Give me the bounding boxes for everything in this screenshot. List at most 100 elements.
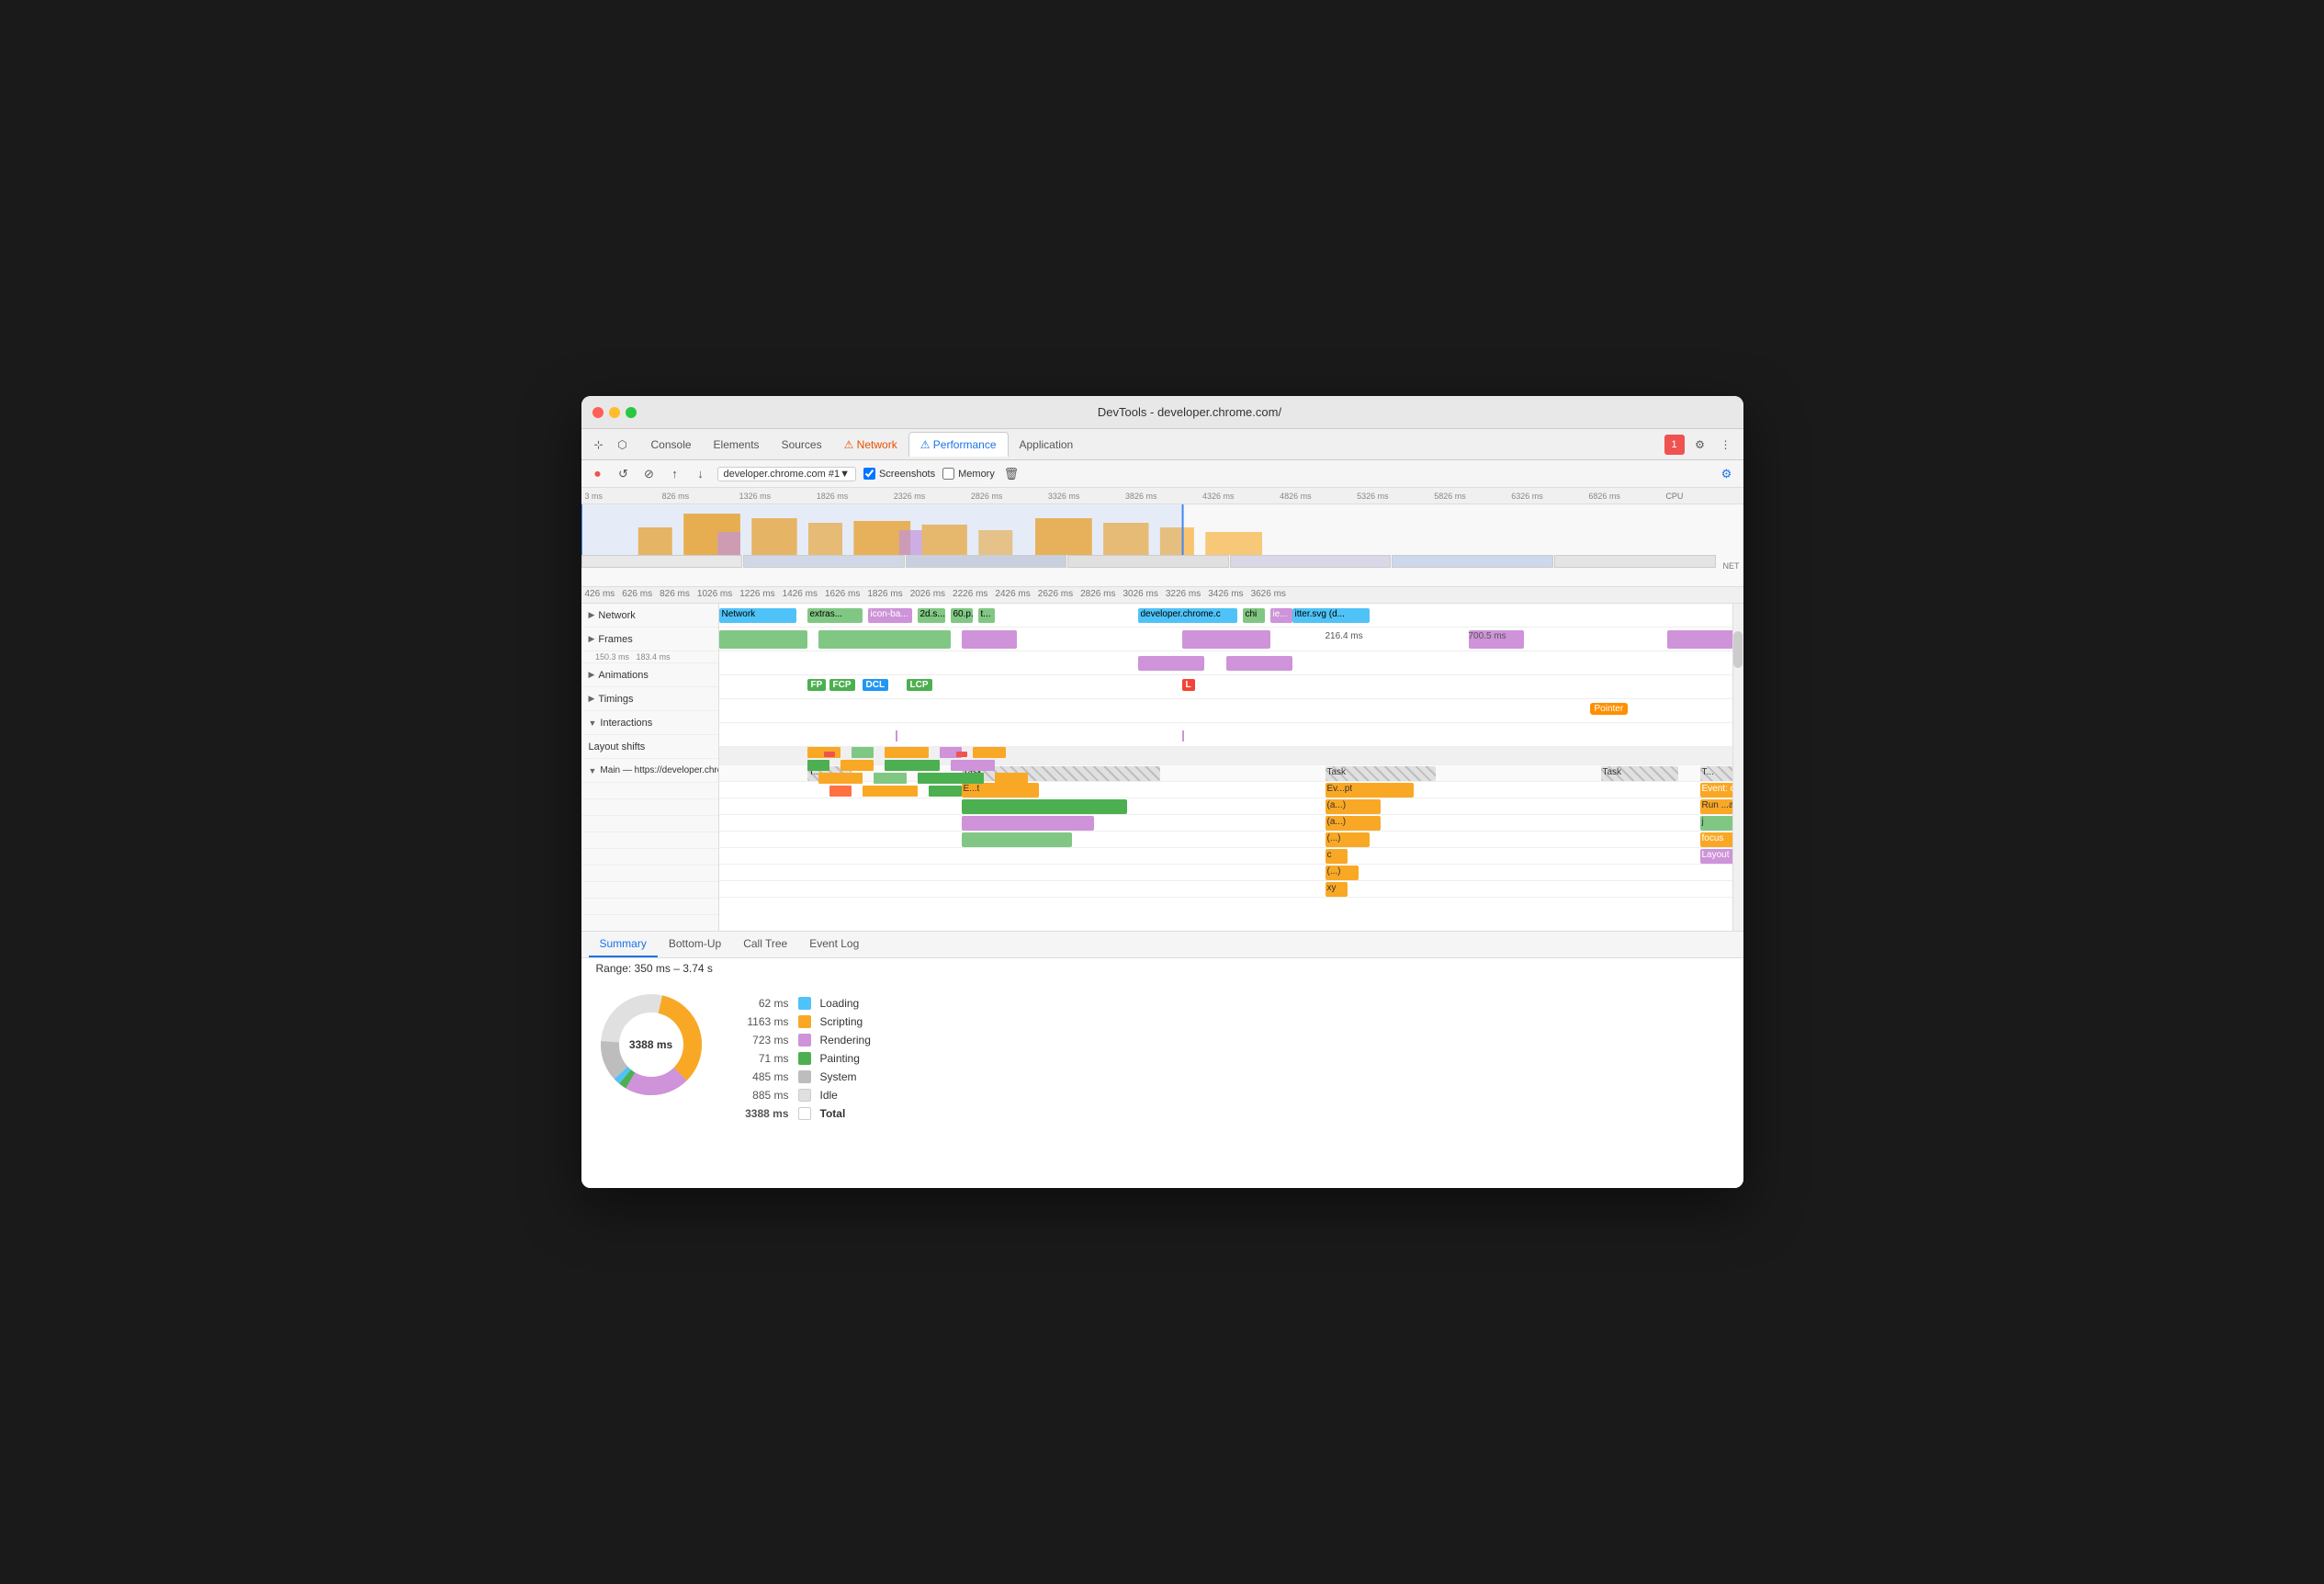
track-label-main[interactable]: ▼ Main — https://developer.chrome.com/ <box>581 759 718 783</box>
memory-toggle[interactable]: Memory <box>942 468 995 480</box>
net-bar-60p[interactable]: 60.p... <box>951 608 973 623</box>
flame-bar-focus[interactable]: focus <box>1700 832 1732 847</box>
record-button[interactable]: ⏺ <box>589 465 607 483</box>
net-bar-ie[interactable]: ie... <box>1270 608 1292 623</box>
flame-bar-layout[interactable]: Layout <box>1700 849 1732 864</box>
device-icon[interactable]: ⬡ <box>613 435 633 455</box>
net-bar-extras[interactable]: extras... <box>807 608 863 623</box>
overview-minimap[interactable]: NET <box>581 504 1743 587</box>
track-label-layout-shifts[interactable]: Layout shifts <box>581 735 718 759</box>
tab-bottom-up[interactable]: Bottom-Up <box>658 932 732 957</box>
task-bar-3[interactable]: Task <box>1601 766 1678 781</box>
animations-track-row <box>719 651 1732 675</box>
tab-performance[interactable]: ⚠ Performance <box>908 432 1009 457</box>
flame-bar-j[interactable]: j <box>1700 816 1732 831</box>
flame-bar-c[interactable]: c <box>1326 849 1348 864</box>
download-button[interactable]: ↓ <box>692 465 710 483</box>
more-icon[interactable]: ⋮ <box>1716 435 1736 455</box>
settings-icon[interactable]: ⚙ <box>1690 435 1710 455</box>
frame-bar-3[interactable] <box>1182 630 1270 649</box>
net-bar-devchrome[interactable]: developer.chrome.c <box>1138 608 1237 623</box>
flame-bar-ellipsis[interactable]: (...) <box>1326 832 1370 847</box>
tab-network[interactable]: ⚠ Network <box>833 433 908 457</box>
anim-bar-2[interactable] <box>1226 656 1292 671</box>
tab-elements[interactable]: Elements <box>703 433 771 457</box>
cpu-chart <box>581 504 1716 555</box>
frame-bar-2[interactable] <box>962 630 1017 649</box>
flame-label-2 <box>581 799 718 816</box>
screenshots-toggle[interactable]: Screenshots <box>863 468 935 480</box>
flame-bar-a2[interactable]: (a...) <box>1326 816 1381 831</box>
stat-idle-value: 885 ms <box>734 1089 789 1102</box>
tick-5: 1426 ms <box>779 587 821 603</box>
overview-time-ruler: 3 ms 826 ms 1326 ms 1826 ms 2326 ms 2826… <box>581 488 1743 504</box>
tab-event-log[interactable]: Event Log <box>798 932 870 957</box>
task-bar-1[interactable]: Task <box>962 766 1160 781</box>
tab-call-tree[interactable]: Call Tree <box>732 932 798 957</box>
settings-gear-icon[interactable]: ⚙ <box>1718 465 1736 483</box>
frame-bar-0[interactable] <box>719 630 807 649</box>
close-button[interactable] <box>592 407 604 418</box>
flame-bar-ellipsis2[interactable]: (...) <box>1326 866 1359 880</box>
flame-bar-purple-1[interactable] <box>962 816 1094 831</box>
flame-row-3: (a...) Run ...asks <box>719 798 1732 815</box>
frame-bar-1[interactable] <box>818 630 951 649</box>
net-bar-network[interactable]: Network <box>719 608 796 623</box>
net-bar-chi[interactable]: chi <box>1243 608 1265 623</box>
anim-bar-1[interactable] <box>1138 656 1204 671</box>
vertical-scrollbar[interactable] <box>1732 604 1743 931</box>
donut-total-ms: 3388 ms <box>629 1038 672 1051</box>
flame-bar-xy[interactable]: xy <box>1326 882 1348 897</box>
l-marker: L <box>1182 679 1195 691</box>
clear-button[interactable]: ⊘ <box>640 465 659 483</box>
track-labels: ▶ Network ▶ Frames 150.3 ms 183.4 ms ▶ <box>581 604 719 931</box>
track-content-area[interactable]: Network extras... icon-ba... 2d.s... 60.… <box>719 604 1732 931</box>
maximize-button[interactable] <box>626 407 637 418</box>
stat-system: 485 ms System <box>734 1070 871 1083</box>
net-bar-2ds[interactable]: 2d.s... <box>918 608 945 623</box>
flame-bar-et[interactable]: E...t <box>962 783 1039 798</box>
net-bar-t[interactable]: t... <box>978 608 995 623</box>
memory-checkbox[interactable] <box>942 468 954 480</box>
flame-bar-runasks[interactable]: Run ...asks <box>1700 799 1732 814</box>
screenshots-checkbox[interactable] <box>863 468 875 480</box>
task-bar-2[interactable]: Task <box>1326 766 1436 781</box>
layout-shift-2 <box>1182 730 1184 741</box>
ot-tick-11: 5826 ms <box>1430 492 1507 501</box>
tick-9: 2226 ms <box>949 587 991 603</box>
flame-label-4 <box>581 832 718 849</box>
net-bar-itter[interactable]: itter.svg (d... <box>1292 608 1370 623</box>
track-label-timings[interactable]: ▶ Timings <box>581 687 718 711</box>
notifications-icon[interactable]: 1 <box>1664 435 1685 455</box>
frame-bar-5[interactable] <box>1667 630 1732 649</box>
track-label-network[interactable]: ▶ Network <box>581 604 718 628</box>
track-label-animations[interactable]: ▶ Animations <box>581 663 718 687</box>
task-bar-t[interactable]: T... <box>807 766 852 781</box>
reload-button[interactable]: ↺ <box>615 465 633 483</box>
flame-bar-event-click[interactable]: Event: click <box>1700 783 1732 798</box>
flame-bar-green-2[interactable] <box>962 832 1072 847</box>
flame-bar-green-1[interactable] <box>962 799 1127 814</box>
devtools-panel: ⊹ ⬡ Console Elements Sources ⚠ Network ⚠… <box>581 429 1743 1188</box>
flame-label-8 <box>581 899 718 915</box>
tab-summary[interactable]: Summary <box>589 932 658 957</box>
garbage-collect-icon[interactable]: 🗑 <box>1002 465 1021 483</box>
tab-sources[interactable]: Sources <box>771 433 833 457</box>
net-bar-icon[interactable]: icon-ba... <box>868 608 912 623</box>
tick-14: 3226 ms <box>1162 587 1204 603</box>
tracks-container: ▶ Network ▶ Frames 150.3 ms 183.4 ms ▶ <box>581 604 1743 931</box>
track-label-frames[interactable]: ▶ Frames <box>581 628 718 651</box>
task-bar-t2[interactable]: T... <box>1700 766 1732 781</box>
upload-button[interactable]: ↑ <box>666 465 684 483</box>
tick-0: 426 ms <box>581 587 619 603</box>
screenshots-strip <box>581 555 1716 568</box>
flame-bar-a1[interactable]: (a...) <box>1326 799 1381 814</box>
pointer-interaction[interactable]: Pointer <box>1590 703 1629 715</box>
minimize-button[interactable] <box>609 407 620 418</box>
track-label-interactions[interactable]: ▼ Interactions <box>581 711 718 735</box>
flame-bar-evpt[interactable]: Ev...pt <box>1326 783 1414 798</box>
scrollbar-thumb[interactable] <box>1733 631 1743 668</box>
inspector-icon[interactable]: ⊹ <box>589 435 609 455</box>
tab-application[interactable]: Application <box>1009 433 1085 457</box>
tab-console[interactable]: Console <box>640 433 703 457</box>
